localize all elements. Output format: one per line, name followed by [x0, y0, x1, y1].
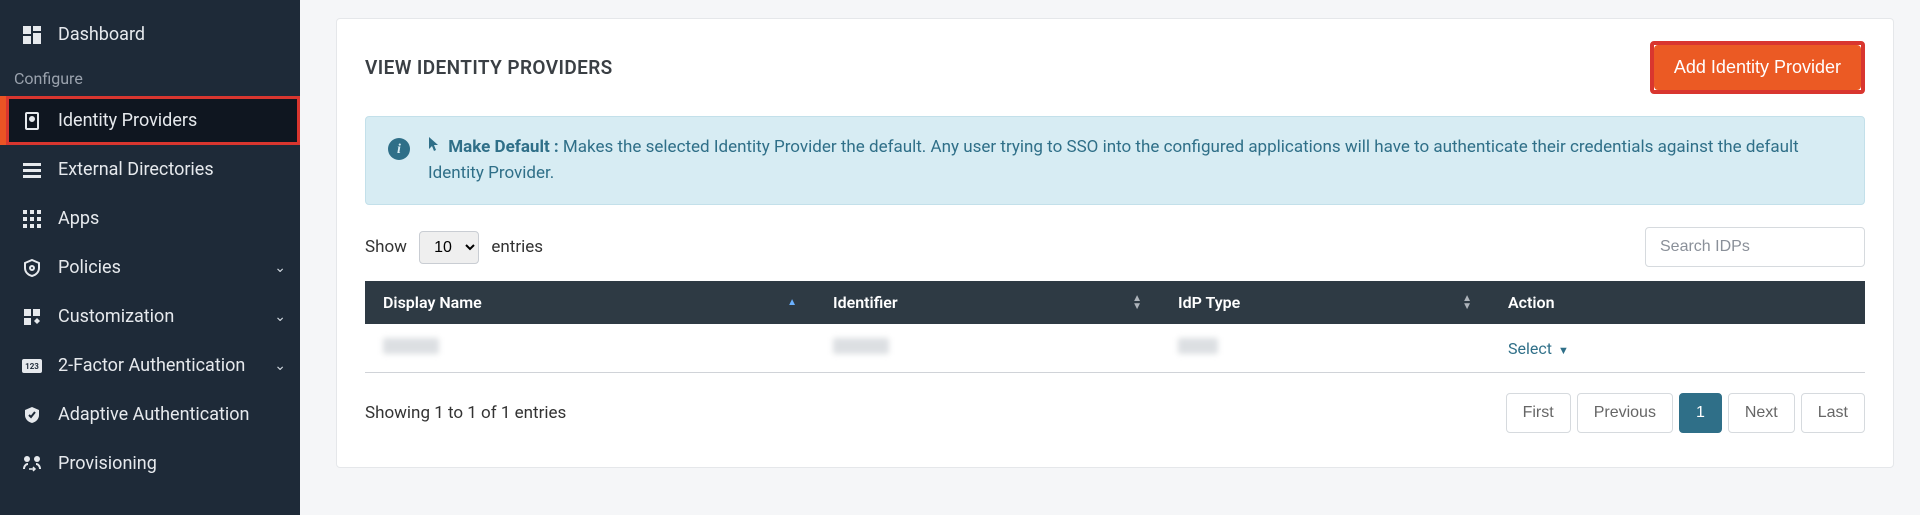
list-icon — [20, 161, 44, 179]
caret-down-icon: ▼ — [1558, 344, 1569, 357]
page-next-button[interactable]: Next — [1728, 393, 1795, 433]
info-text: Make Default : Makes the selected Identi… — [428, 135, 1842, 186]
idp-table: Display Name ▲ Identifier ▲▼ IdP Type ▲▼… — [365, 281, 1865, 373]
sidebar-item-customization[interactable]: Customization ⌄ — [0, 292, 300, 341]
dashboard-icon — [20, 26, 44, 44]
chevron-down-icon: ⌄ — [274, 358, 286, 374]
shield-gear-icon — [20, 259, 44, 277]
col-idp-type[interactable]: IdP Type ▲▼ — [1160, 281, 1490, 324]
sort-icon: ▲ — [787, 299, 797, 307]
redacted-value — [1178, 338, 1218, 354]
info-callout: i Make Default : Makes the selected Iden… — [365, 116, 1865, 205]
row-action-select[interactable]: Select ▼ — [1508, 339, 1569, 358]
page-title: VIEW IDENTITY PROVIDERS — [365, 56, 613, 79]
sidebar-item-identity-providers[interactable]: Identity Providers — [0, 96, 300, 145]
cursor-icon — [428, 137, 444, 157]
sidebar-item-dashboard[interactable]: Dashboard — [0, 10, 300, 59]
sidebar-item-label: 2-Factor Authentication — [58, 355, 245, 376]
table-row: Select ▼ — [365, 324, 1865, 373]
sort-icon: ▲▼ — [1462, 295, 1472, 311]
sidebar-item-apps[interactable]: Apps — [0, 194, 300, 243]
panel-view-idp: VIEW IDENTITY PROVIDERS Add Identity Pro… — [336, 18, 1894, 468]
sidebar-item-label: Identity Providers — [58, 110, 197, 131]
entries-control: Show 10 entries — [365, 231, 543, 264]
sidebar-item-provisioning[interactable]: Provisioning — [0, 439, 300, 488]
sidebar-item-label: Provisioning — [58, 453, 157, 474]
cell-idp-type — [1160, 324, 1490, 373]
redacted-value — [383, 338, 439, 354]
add-identity-provider-button[interactable]: Add Identity Provider — [1654, 45, 1861, 90]
sidebar-item-label: Policies — [58, 257, 121, 278]
page-last-button[interactable]: Last — [1801, 393, 1865, 433]
sidebar-item-2fa[interactable]: 123 2-Factor Authentication ⌄ — [0, 341, 300, 390]
entries-select[interactable]: 10 — [419, 231, 479, 264]
svg-text:123: 123 — [25, 362, 39, 371]
cell-identifier — [815, 324, 1160, 373]
sort-icon: ▲▼ — [1132, 295, 1142, 311]
show-label-prefix: Show — [365, 237, 407, 257]
cell-action: Select ▼ — [1490, 324, 1865, 373]
chevron-down-icon: ⌄ — [274, 309, 286, 325]
info-body: Makes the selected Identity Provider the… — [428, 137, 1799, 183]
show-label-suffix: entries — [491, 237, 543, 257]
sidebar-item-adaptive-auth[interactable]: Adaptive Authentication — [0, 390, 300, 439]
page-number-button[interactable]: 1 — [1679, 393, 1722, 433]
col-identifier[interactable]: Identifier ▲▼ — [815, 281, 1160, 324]
info-lead: Make Default : — [448, 137, 559, 157]
page-previous-button[interactable]: Previous — [1577, 393, 1673, 433]
sidebar-section-configure: Configure — [0, 59, 300, 96]
info-icon: i — [388, 138, 410, 160]
shield-check-icon — [20, 406, 44, 424]
page-first-button[interactable]: First — [1506, 393, 1571, 433]
grid-icon — [20, 210, 44, 228]
puzzle-icon — [20, 308, 44, 326]
idp-icon — [20, 112, 44, 130]
cell-display-name — [365, 324, 815, 373]
sidebar-item-external-directories[interactable]: External Directories — [0, 145, 300, 194]
main-content: VIEW IDENTITY PROVIDERS Add Identity Pro… — [300, 0, 1920, 515]
table-info: Showing 1 to 1 of 1 entries — [365, 403, 566, 423]
badge-123-icon: 123 — [20, 359, 44, 373]
sidebar-item-label: Dashboard — [58, 24, 145, 45]
sidebar-item-label: Customization — [58, 306, 174, 327]
chevron-down-icon: ⌄ — [274, 260, 286, 276]
sidebar-item-policies[interactable]: Policies ⌄ — [0, 243, 300, 292]
sidebar-item-label: Adaptive Authentication — [58, 404, 249, 425]
users-exchange-icon — [20, 455, 44, 473]
sidebar: Dashboard Configure Identity Providers E… — [0, 0, 300, 515]
search-input[interactable] — [1645, 227, 1865, 267]
sidebar-item-label: Apps — [58, 208, 99, 229]
col-display-name[interactable]: Display Name ▲ — [365, 281, 815, 324]
pagination: First Previous 1 Next Last — [1506, 393, 1865, 433]
redacted-value — [833, 338, 889, 354]
col-action: Action — [1490, 281, 1865, 324]
sidebar-item-label: External Directories — [58, 159, 214, 180]
